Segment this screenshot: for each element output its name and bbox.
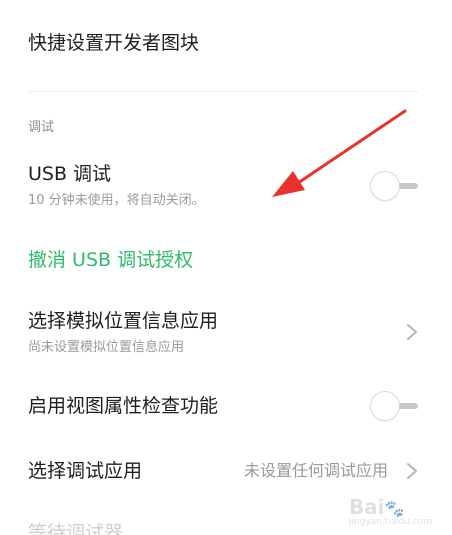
watermark-sub: jingyan.baidu.com	[348, 517, 432, 527]
debug-app-value: 未设置任何调试应用	[243, 461, 388, 480]
usb-debug-row[interactable]: USB 调试 10 分钟未使用，将自动关闭。	[0, 150, 452, 220]
developer-options-screen: 快捷设置开发者图块 调试 USB 调试 10 分钟未使用，将自动关闭。 撤消 U…	[0, 0, 452, 535]
watermark-logo: Bai🐾 jingyan.baidu.com	[349, 495, 432, 527]
revoke-usb-auth-link[interactable]: 撤消 USB 调试授权	[28, 248, 193, 272]
quick-tiles-title: 快捷设置开发者图块	[28, 32, 200, 54]
wait-debugger-title[interactable]: 等待调试器	[28, 518, 123, 535]
view-attr-title: 启用视图属性检查功能	[28, 395, 219, 417]
view-attr-row[interactable]: 启用视图属性检查功能	[0, 385, 452, 429]
debug-app-row[interactable]: 选择调试应用 未设置任何调试应用	[0, 450, 452, 494]
usb-debug-toggle-knob	[370, 171, 400, 201]
revoke-usb-auth-row[interactable]: 撤消 USB 调试授权	[0, 240, 452, 280]
debug-app-title: 选择调试应用	[28, 460, 143, 482]
mock-location-title: 选择模拟位置信息应用	[28, 310, 219, 332]
chevron-right-icon	[407, 463, 417, 479]
section-divider	[28, 91, 418, 92]
mock-location-row[interactable]: 选择模拟位置信息应用 尚未设置模拟位置信息应用	[0, 300, 452, 366]
mock-location-subtitle: 尚未设置模拟位置信息应用	[28, 340, 185, 355]
watermark-text: Bai	[348, 495, 385, 519]
paw-icon: 🐾	[384, 499, 405, 518]
view-attr-toggle-knob	[370, 391, 400, 421]
view-attr-toggle[interactable]	[370, 391, 420, 421]
usb-debug-title: USB 调试	[28, 163, 112, 185]
chevron-right-icon	[407, 324, 417, 340]
usb-debug-toggle[interactable]	[370, 171, 420, 201]
quick-tiles-row[interactable]: 快捷设置开发者图块	[0, 0, 452, 88]
usb-debug-subtitle: 10 分钟未使用，将自动关闭。	[28, 193, 205, 208]
section-label-debug: 调试	[28, 120, 55, 135]
